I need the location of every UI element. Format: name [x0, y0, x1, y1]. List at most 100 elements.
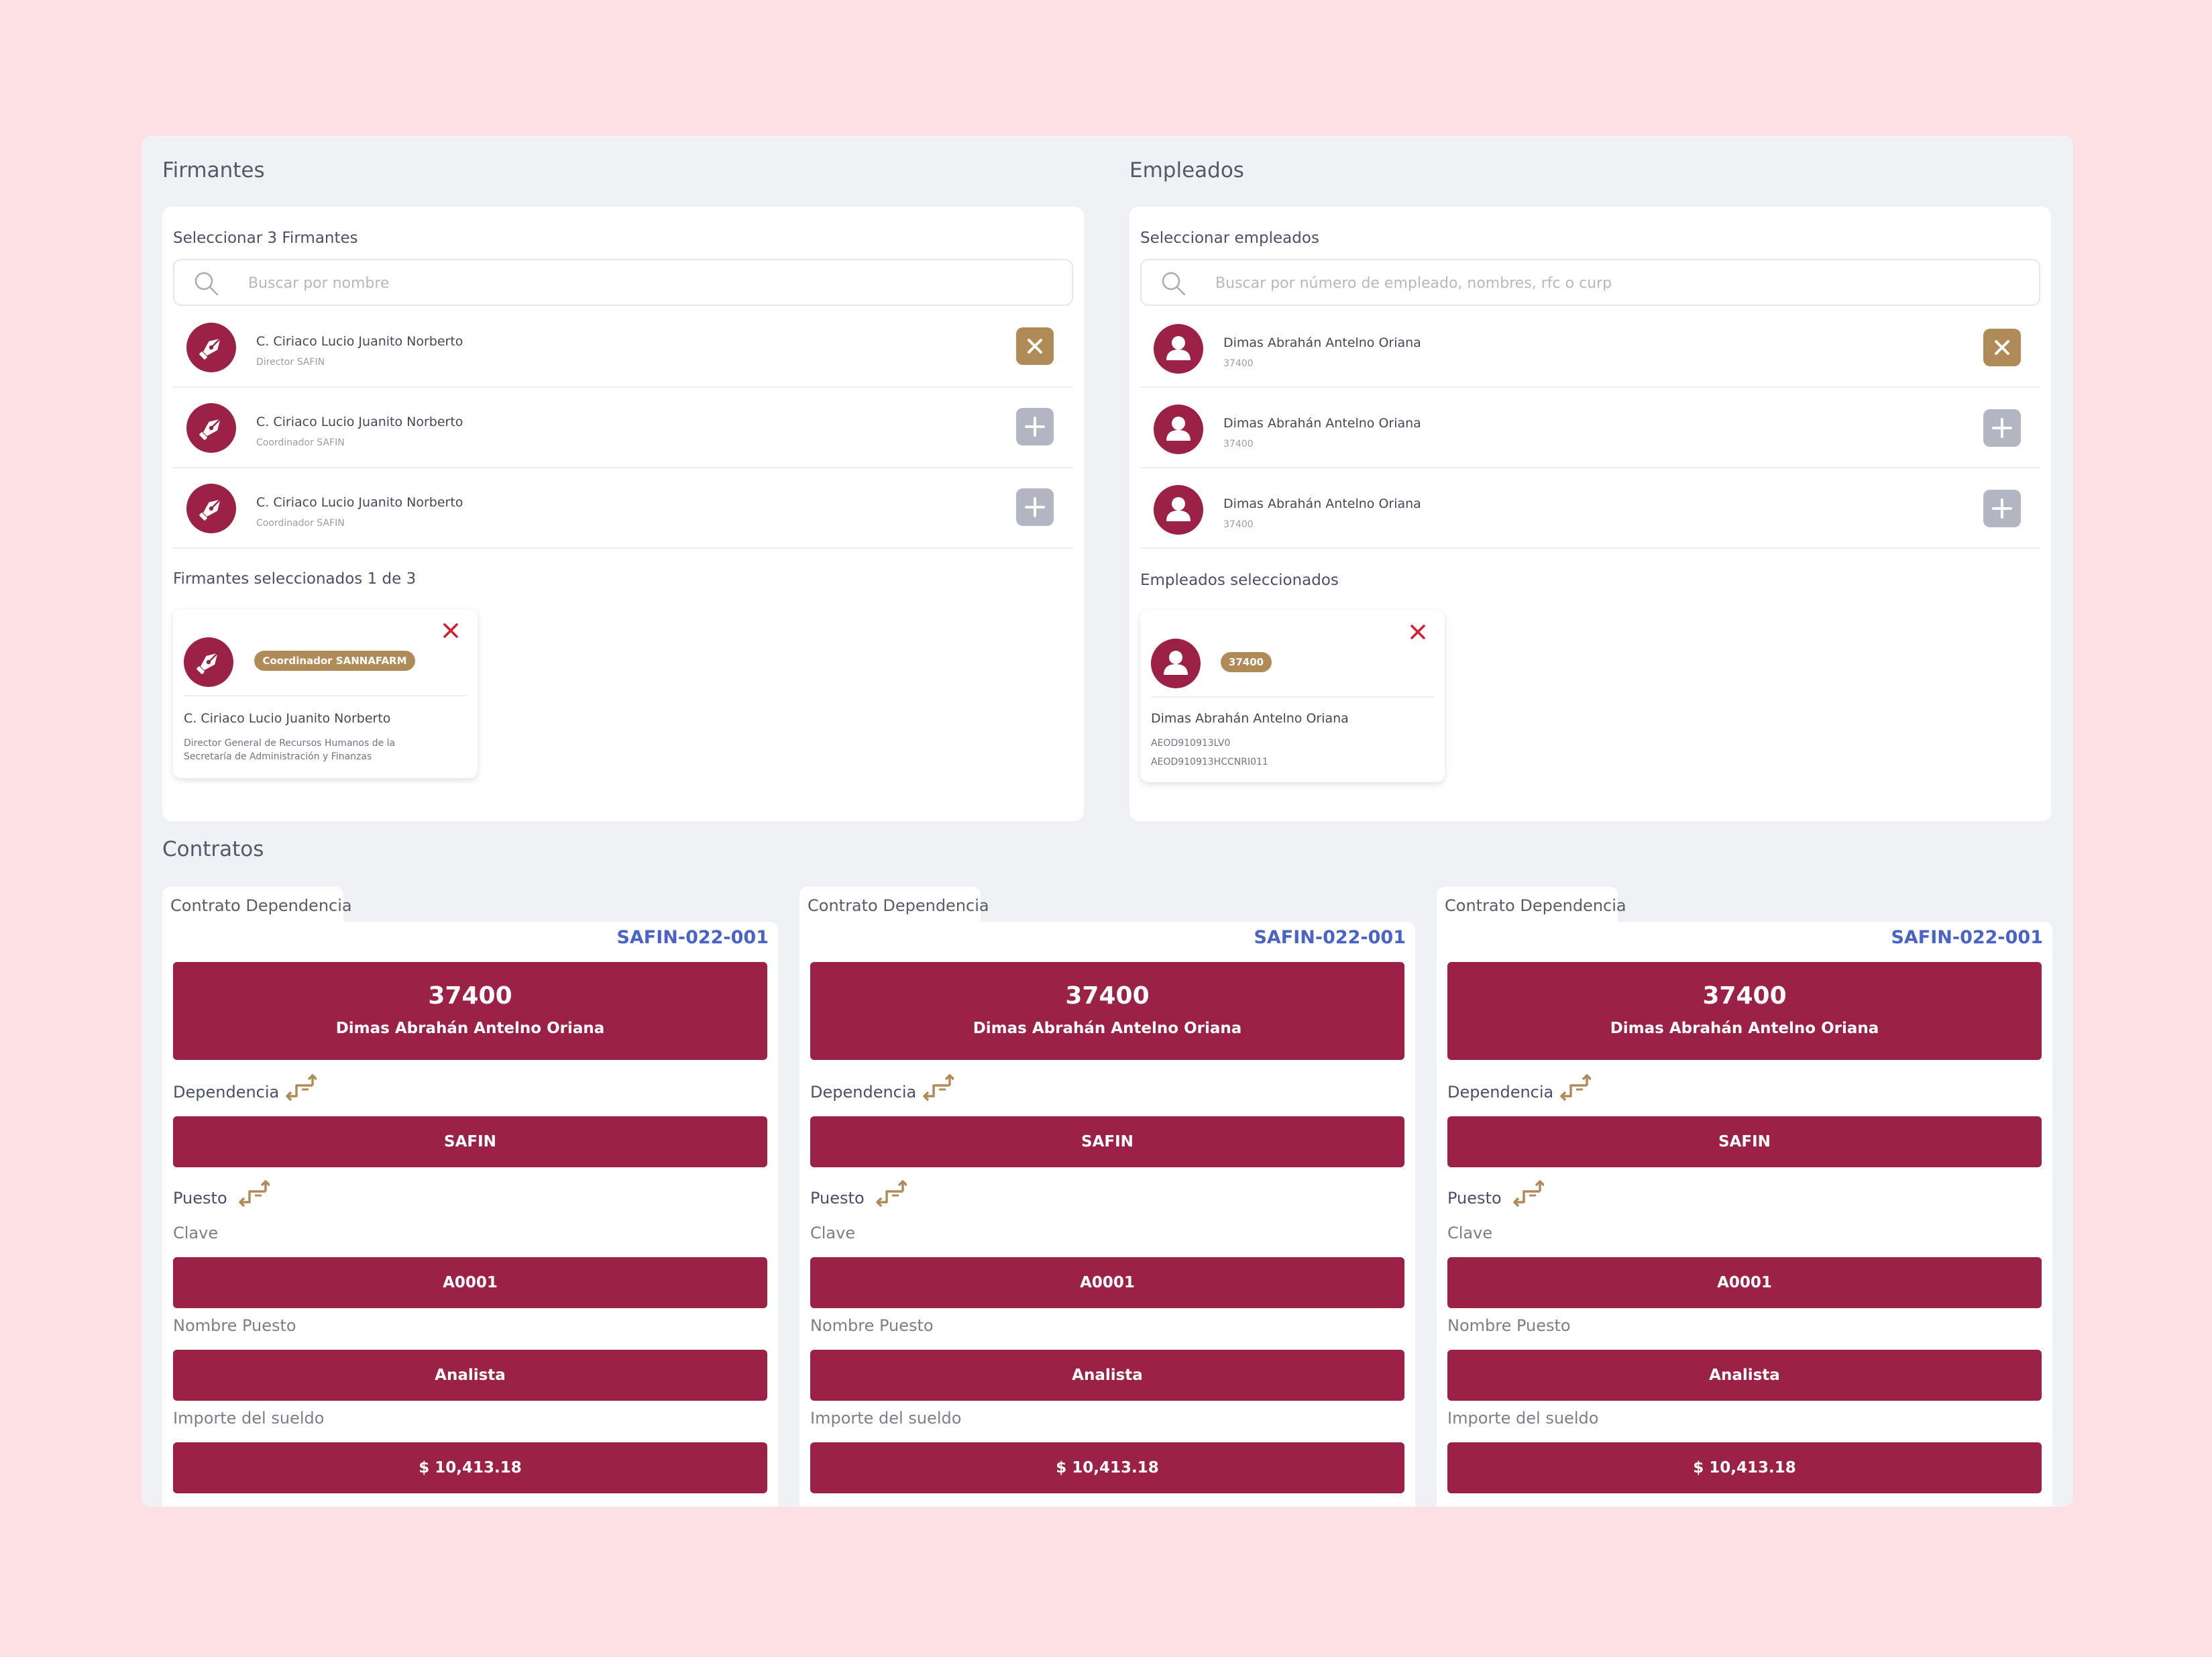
add-empleado-button[interactable] — [1983, 490, 2021, 527]
contract-card: SAFIN-022-001 37400 Dimas Abrahán Anteln… — [1437, 922, 2052, 1507]
tab-contrato-dependencia[interactable]: Contrato Dependencia — [1437, 887, 1626, 924]
empleados-search-placeholder: Buscar por número de empleado, nombres, … — [1215, 275, 1612, 292]
tab-contrato-dependencia[interactable]: Contrato Dependencia — [799, 887, 989, 924]
firmante-role: Coordinador SAFIN — [256, 437, 345, 448]
add-firmante-button[interactable] — [1016, 488, 1054, 526]
dependencia-label: Dependencia — [1447, 1083, 1554, 1102]
contratos-title: Contratos — [162, 837, 264, 861]
importe-value: $ 10,413.18 — [173, 1442, 767, 1493]
empleados-selected-label: Empleados seleccionados — [1140, 572, 1339, 589]
employee-header: 37400 Dimas Abrahán Antelno Oriana — [810, 962, 1404, 1060]
contract-code[interactable]: SAFIN-022-001 — [1254, 927, 1406, 948]
empleado-name: Dimas Abrahán Antelno Oriana — [1223, 416, 1421, 431]
close-icon[interactable] — [440, 620, 461, 641]
puesto-label: Puesto — [1447, 1189, 1502, 1208]
firmante-row[interactable]: C. Ciriaco Lucio Juanito Norberto Direct… — [173, 307, 1073, 388]
firmante-row[interactable]: C. Ciriaco Lucio Juanito Norberto Coordi… — [173, 388, 1073, 468]
nombre-puesto-label: Nombre Puesto — [810, 1316, 934, 1335]
selected-empleado-rfc: AEOD910913LV0 — [1151, 738, 1231, 749]
remove-empleado-button[interactable] — [1983, 329, 2021, 366]
dependencia-label: Dependencia — [173, 1083, 280, 1102]
employee-name: Dimas Abrahán Antelno Oriana — [1610, 1020, 1879, 1037]
add-firmante-button[interactable] — [1016, 408, 1054, 445]
swap-arrows-icon[interactable] — [922, 1073, 954, 1103]
plus-icon — [1016, 488, 1054, 526]
contract-code[interactable]: SAFIN-022-001 — [1891, 927, 2043, 948]
firmantes-search[interactable]: Buscar por nombre — [173, 259, 1073, 306]
selected-firmante-name: C. Ciriaco Lucio Juanito Norberto — [184, 711, 391, 726]
importe-label: Importe del sueldo — [810, 1409, 962, 1428]
empleado-row[interactable]: Dimas Abrahán Antelno Oriana 37400 — [1140, 388, 2040, 468]
plus-icon — [1016, 408, 1054, 445]
selected-firmante-desc: Director General de Recursos Humanos de … — [184, 738, 396, 749]
dependencia-value: SAFIN — [173, 1116, 767, 1167]
firmantes-selected-label: Firmantes seleccionados 1 de 3 — [173, 570, 417, 588]
employee-number: 37400 — [428, 982, 512, 1010]
clave-value: A0001 — [810, 1257, 1404, 1308]
role-badge: Coordinador SANNAFARM — [254, 651, 415, 671]
add-empleado-button[interactable] — [1983, 409, 2021, 447]
swap-arrows-icon[interactable] — [237, 1179, 270, 1209]
employee-number: 37400 — [1702, 982, 1787, 1010]
close-icon — [1983, 329, 2021, 366]
pen-nib-icon — [186, 484, 236, 533]
importe-label: Importe del sueldo — [173, 1409, 325, 1428]
close-icon[interactable] — [1407, 621, 1429, 643]
swap-arrows-icon[interactable] — [1559, 1073, 1591, 1103]
firmantes-title: Firmantes — [162, 158, 265, 182]
user-icon — [1154, 405, 1203, 454]
dependencia-label: Dependencia — [810, 1083, 917, 1102]
user-icon — [1154, 485, 1203, 535]
user-icon — [1151, 639, 1201, 688]
firmantes-select-label: Seleccionar 3 Firmantes — [173, 229, 358, 247]
divider — [1151, 696, 1434, 698]
search-icon — [1162, 272, 1186, 296]
firmante-row[interactable]: C. Ciriaco Lucio Juanito Norberto Coordi… — [173, 468, 1073, 549]
employee-header: 37400 Dimas Abrahán Antelno Oriana — [1447, 962, 2042, 1060]
clave-value: A0001 — [173, 1257, 767, 1308]
selected-firmante-card: Coordinador SANNAFARM C. Ciriaco Lucio J… — [173, 609, 478, 778]
empleado-number: 37400 — [1223, 519, 1254, 530]
dependencia-value: SAFIN — [810, 1116, 1404, 1167]
nombre-puesto-value: Analista — [1447, 1350, 2042, 1401]
dependencia-value: SAFIN — [1447, 1116, 2042, 1167]
nombre-puesto-value: Analista — [810, 1350, 1404, 1401]
selected-firmante-desc: Secretaría de Administración y Finanzas — [184, 751, 372, 762]
clave-value: A0001 — [1447, 1257, 2042, 1308]
pen-nib-icon — [186, 323, 236, 372]
empleado-number: 37400 — [1223, 358, 1254, 369]
empleados-select-label: Seleccionar empleados — [1140, 229, 1319, 247]
tab-contrato-dependencia[interactable]: Contrato Dependencia — [162, 887, 352, 924]
empleado-number: 37400 — [1223, 439, 1254, 449]
contract-code[interactable]: SAFIN-022-001 — [616, 927, 769, 948]
puesto-label: Puesto — [810, 1189, 865, 1208]
empleados-search[interactable]: Buscar por número de empleado, nombres, … — [1140, 259, 2040, 306]
firmantes-search-placeholder: Buscar por nombre — [248, 275, 390, 292]
importe-value: $ 10,413.18 — [1447, 1442, 2042, 1493]
pen-nib-icon — [184, 637, 233, 687]
empleado-name: Dimas Abrahán Antelno Oriana — [1223, 496, 1421, 511]
divider — [184, 695, 467, 696]
firmantes-card: Seleccionar 3 Firmantes Buscar por nombr… — [162, 207, 1084, 821]
empleado-row[interactable]: Dimas Abrahán Antelno Oriana 37400 — [1140, 307, 2040, 388]
user-icon — [1154, 324, 1203, 374]
pen-nib-icon — [186, 403, 236, 453]
employee-number: 37400 — [1065, 982, 1150, 1010]
clave-label: Clave — [1447, 1224, 1493, 1242]
selected-empleado-curp: AEOD910913HCCNRI011 — [1151, 757, 1268, 767]
empleado-row[interactable]: Dimas Abrahán Antelno Oriana 37400 — [1140, 468, 2040, 549]
puesto-label: Puesto — [173, 1189, 227, 1208]
employee-header: 37400 Dimas Abrahán Antelno Oriana — [173, 962, 767, 1060]
plus-icon — [1983, 490, 2021, 527]
empleado-name: Dimas Abrahán Antelno Oriana — [1223, 335, 1421, 350]
swap-arrows-icon[interactable] — [284, 1073, 317, 1103]
swap-arrows-icon[interactable] — [1512, 1179, 1544, 1209]
remove-firmante-button[interactable] — [1016, 327, 1054, 365]
swap-arrows-icon[interactable] — [875, 1179, 907, 1209]
firmante-name: C. Ciriaco Lucio Juanito Norberto — [256, 415, 463, 429]
nombre-puesto-value: Analista — [173, 1350, 767, 1401]
firmante-name: C. Ciriaco Lucio Juanito Norberto — [256, 334, 463, 349]
importe-label: Importe del sueldo — [1447, 1409, 1599, 1428]
selected-empleado-name: Dimas Abrahán Antelno Oriana — [1151, 711, 1349, 726]
employee-number-badge: 37400 — [1221, 652, 1272, 672]
